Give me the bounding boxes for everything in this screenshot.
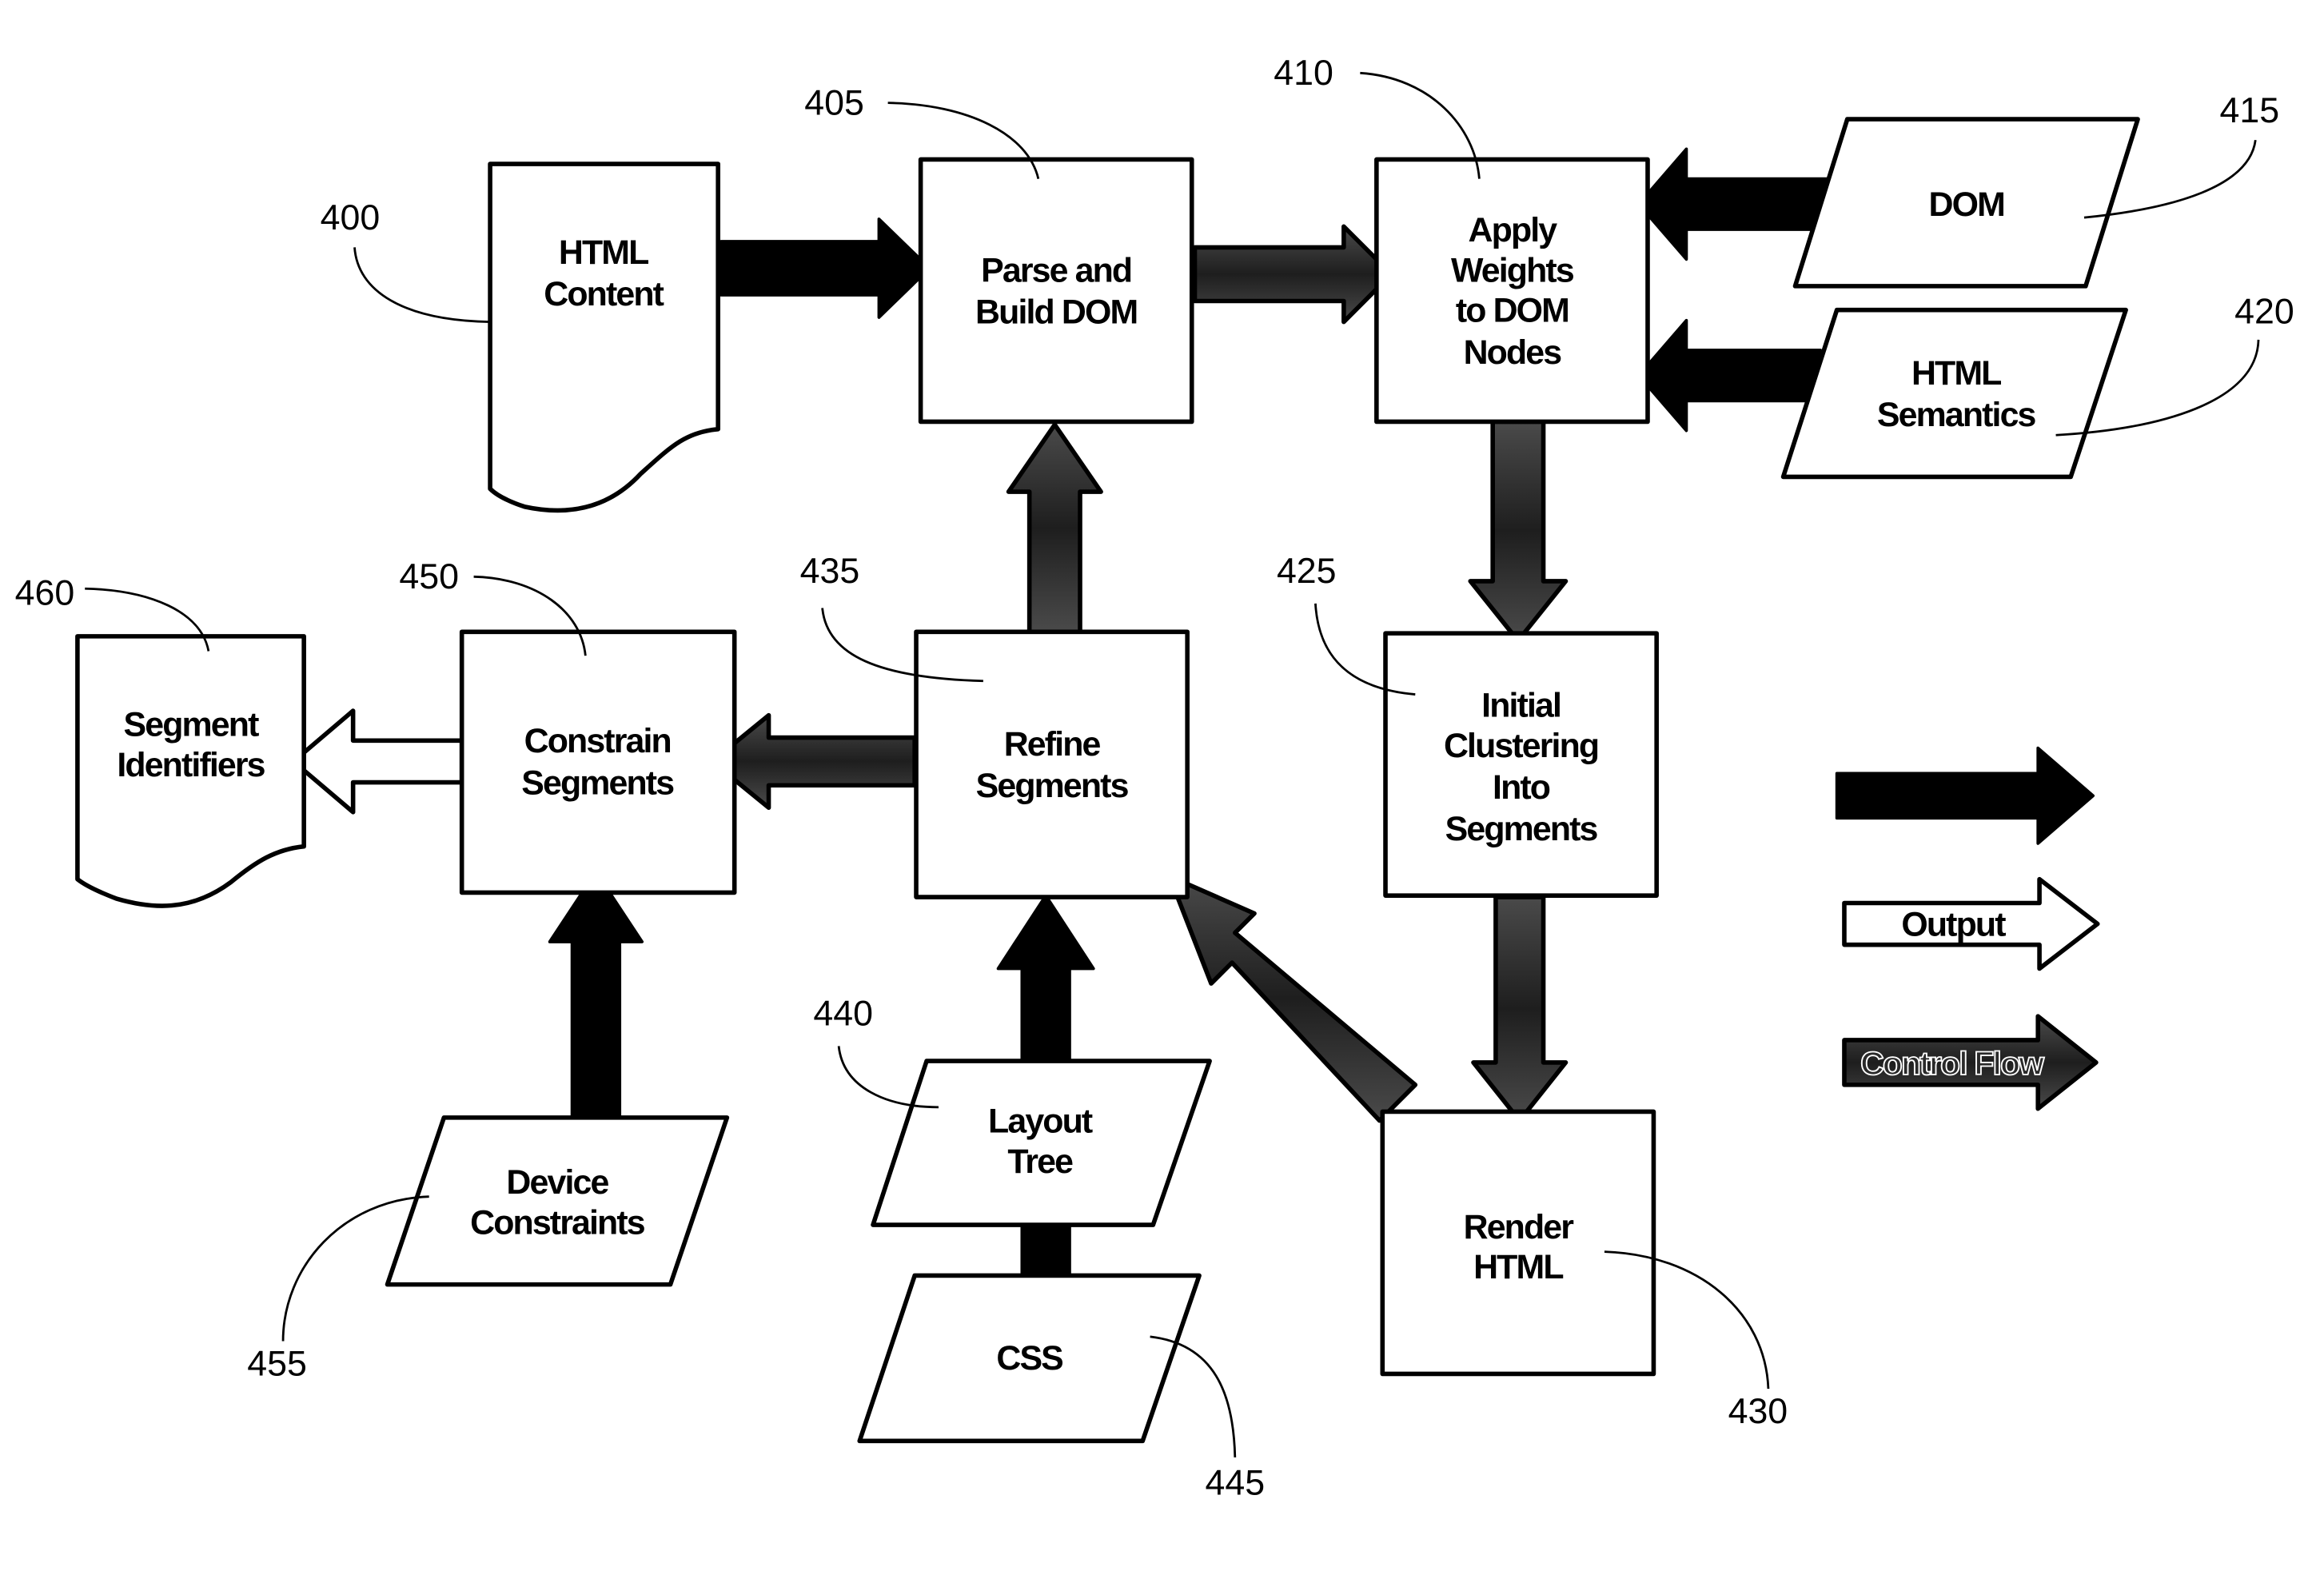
- node-label-line: Device: [506, 1163, 608, 1202]
- arrow-dom-to-apply-weights: [1636, 147, 1837, 261]
- ref-numeral-430: 430: [1728, 1392, 1788, 1431]
- arrow-constrain-to-identifiers: [291, 708, 464, 815]
- ref-numeral-410: 410: [1274, 54, 1333, 93]
- arrow-clustering-to-render: [1471, 895, 1569, 1123]
- data-parallelogram: [1780, 307, 2128, 480]
- node-label-line: Into: [1493, 768, 1550, 807]
- node-dom-input[interactable]: DOM: [1792, 117, 2140, 289]
- node-label-line: Segments: [521, 764, 674, 802]
- node-label-line: Weights: [1451, 251, 1574, 289]
- node-parse-build-dom[interactable]: Parse and Build DOM: [918, 157, 1194, 425]
- ref-numeral-415: 415: [2220, 91, 2280, 130]
- node-label-line: Constraints: [470, 1203, 645, 1242]
- legend-item-data: [1835, 746, 2095, 845]
- node-css[interactable]: CSS: [857, 1273, 1202, 1444]
- ref-numeral-450: 450: [399, 557, 459, 596]
- node-label-line: HTML: [1911, 354, 2001, 393]
- ref-numeral-455: 455: [247, 1344, 307, 1383]
- node-label-line: Segments: [1445, 810, 1598, 848]
- leader-line-400: [353, 247, 491, 323]
- node-html-semantics[interactable]: HTML Semantics: [1780, 307, 2128, 480]
- node-label-line: Constrain: [524, 722, 671, 760]
- document-shape: [488, 161, 720, 513]
- node-label-line: CSS: [996, 1339, 1062, 1378]
- node-refine-segments[interactable]: Refine Segments: [914, 629, 1190, 899]
- connector-css-to-layout: [1020, 1223, 1071, 1281]
- node-label-line: Nodes: [1464, 333, 1562, 372]
- node-label-line: Build DOM: [975, 293, 1137, 331]
- node-segment-identifiers[interactable]: Segment Identifiers: [75, 634, 306, 908]
- arrow-layout-to-refine: [996, 894, 1095, 1063]
- arrow-semantics-to-apply-weights: [1636, 318, 1823, 433]
- ref-numeral-435: 435: [800, 552, 860, 591]
- node-label-line: Initial: [1481, 687, 1561, 725]
- arrow-refine-to-parse: [1006, 422, 1103, 635]
- legend: Output Control Flow: [1835, 746, 2100, 1111]
- node-device-constraints[interactable]: Device Constraints: [385, 1115, 730, 1287]
- arrow-refine-to-constrain: [709, 712, 917, 811]
- arrow-parse-to-apply-weights: [1192, 224, 1394, 325]
- legend-item-control: Control Flow: [1842, 1014, 2099, 1111]
- node-label-line: Content: [544, 275, 664, 313]
- arrow-render-to-refine: [1167, 874, 1418, 1123]
- ref-numeral-440: 440: [813, 994, 873, 1033]
- node-label-line: Layout: [988, 1103, 1093, 1141]
- arrow-html-content-to-parse: [720, 217, 931, 319]
- node-constrain-segments[interactable]: Constrain Segments: [459, 629, 737, 895]
- legend-label-output: Output: [1901, 905, 2006, 943]
- ref-numeral-445: 445: [1206, 1463, 1266, 1502]
- ref-numeral-460: 460: [15, 574, 75, 613]
- node-label-line: Segments: [976, 767, 1129, 805]
- node-label-line: HTML: [559, 233, 648, 272]
- node-label-line: Identifiers: [117, 746, 265, 784]
- legend-item-output: Output: [1842, 876, 2100, 971]
- node-layout-tree[interactable]: Layout Tree: [871, 1059, 1212, 1227]
- node-label-line: HTML: [1473, 1248, 1563, 1286]
- node-label-line: to DOM: [1456, 292, 1569, 330]
- node-label-line: Parse and: [981, 251, 1131, 289]
- node-render-html[interactable]: Render HTML: [1380, 1109, 1656, 1377]
- ref-numeral-400: 400: [321, 198, 381, 237]
- arrow-apply-weights-to-clustering: [1468, 419, 1569, 644]
- node-label-line: Tree: [1007, 1142, 1073, 1181]
- legend-arrow-data: [1835, 746, 2095, 845]
- node-label-line: Apply: [1469, 211, 1558, 249]
- node-label-line: DOM: [1929, 185, 2004, 224]
- process-box: [918, 157, 1194, 425]
- node-initial-clustering[interactable]: Initial Clustering Into Segments: [1383, 631, 1659, 898]
- legend-label-control: Control Flow: [1860, 1045, 2044, 1082]
- node-label-line: Clustering: [1444, 727, 1598, 765]
- process-box: [914, 629, 1190, 899]
- ref-numeral-405: 405: [804, 84, 864, 123]
- node-apply-weights[interactable]: Apply Weights to DOM Nodes: [1374, 157, 1650, 425]
- flowchart-diagram: HTML Content Parse and Build DOM Apply W…: [15, 54, 2294, 1502]
- arrow-device-to-constrain: [548, 870, 644, 1119]
- node-label-line: Render: [1464, 1208, 1575, 1246]
- process-box: [1374, 157, 1650, 425]
- ref-numeral-425: 425: [1277, 552, 1337, 591]
- node-label-line: Refine: [1004, 725, 1101, 764]
- node-html-content[interactable]: HTML Content: [488, 161, 720, 513]
- process-box: [459, 629, 737, 895]
- node-label-line: Semantics: [1877, 396, 2036, 434]
- node-label-line: Segment: [124, 706, 260, 744]
- ref-numeral-420: 420: [2234, 292, 2294, 331]
